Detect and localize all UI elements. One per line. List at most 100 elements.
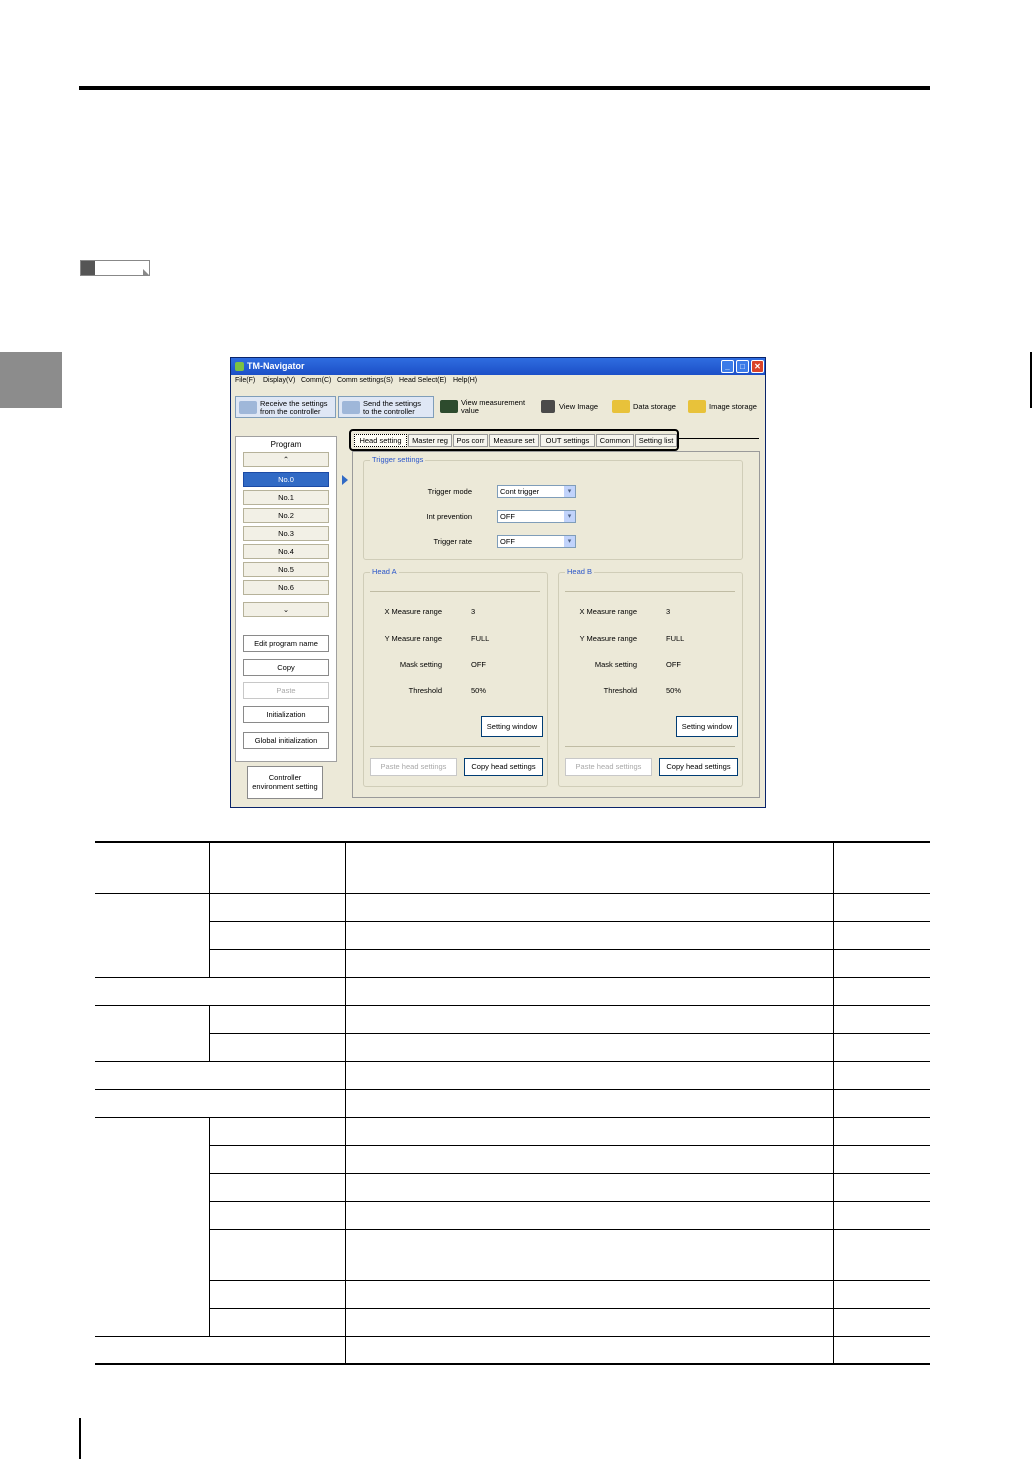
initialization-button[interactable]: Initialization bbox=[243, 706, 329, 723]
table-column-line bbox=[345, 843, 346, 1363]
tab-out-settings[interactable]: OUT settings bbox=[540, 434, 595, 447]
receive-settings-button[interactable]: Receive the settings from the controller bbox=[235, 396, 336, 418]
chevron-down-icon: ▾ bbox=[564, 536, 575, 547]
trigger-mode-select[interactable]: Cont trigger ▾ bbox=[497, 485, 576, 498]
program-scroll-down-button[interactable]: ⌄ bbox=[243, 602, 329, 617]
tab-master-reg[interactable]: Master reg bbox=[408, 434, 452, 447]
head-a-group: Head A X Measure range 3 Y Measure range… bbox=[363, 567, 548, 787]
controller-environment-button[interactable]: Controller environment setting bbox=[247, 766, 323, 799]
head-b-paste-head-settings-button[interactable]: Paste head settings bbox=[565, 758, 652, 776]
maximize-icon[interactable]: □ bbox=[736, 360, 749, 373]
threshold-label: Threshold bbox=[408, 686, 442, 695]
table-column-line bbox=[209, 1117, 210, 1336]
table-column-line bbox=[209, 843, 210, 893]
table-column-line bbox=[833, 843, 834, 1363]
table-row-line bbox=[209, 1201, 930, 1202]
divider bbox=[370, 746, 540, 747]
menu-help[interactable]: Help(H) bbox=[453, 377, 477, 384]
global-initialization-button[interactable]: Global initialization bbox=[243, 732, 329, 749]
menu-comm-settings[interactable]: Comm settings(S) bbox=[337, 377, 393, 384]
view-measurement-button[interactable]: View measurement value bbox=[437, 396, 533, 418]
edit-program-name-button[interactable]: Edit program name bbox=[243, 635, 329, 652]
bottom-margin-rule bbox=[79, 1418, 81, 1459]
trigger-rate-label: Trigger rate bbox=[433, 537, 473, 546]
program-item-4[interactable]: No.4 bbox=[243, 544, 329, 559]
head-b-title: Head B bbox=[565, 567, 595, 576]
head-b-copy-head-settings-button[interactable]: Copy head settings bbox=[659, 758, 738, 776]
right-margin-mark bbox=[1030, 352, 1032, 408]
head-b-setting-window-button[interactable]: Setting window bbox=[676, 716, 738, 737]
selection-arrow-icon bbox=[342, 475, 348, 485]
tab-common[interactable]: Common bbox=[596, 434, 634, 447]
int-prevention-select[interactable]: OFF ▾ bbox=[497, 510, 576, 523]
folder-data-icon bbox=[612, 400, 630, 413]
x-measure-range-label: X Measure range bbox=[384, 607, 442, 616]
y-measure-range-label: Y Measure range bbox=[579, 634, 637, 643]
tab-pos-corr[interactable]: Pos corr bbox=[453, 434, 488, 447]
mask-setting-value: OFF bbox=[666, 660, 681, 669]
program-scroll-up-button[interactable]: ⌃ bbox=[243, 452, 329, 467]
tab-head-setting[interactable]: Head setting bbox=[354, 434, 407, 447]
head-setting-panel: Trigger settings Trigger mode Cont trigg… bbox=[352, 451, 760, 798]
table-top-border bbox=[95, 841, 930, 843]
callout-line bbox=[679, 438, 759, 439]
paste-button[interactable]: Paste bbox=[243, 682, 329, 699]
app-icon bbox=[235, 362, 244, 371]
table-row-line bbox=[209, 1033, 930, 1034]
close-icon[interactable]: ✕ bbox=[751, 360, 764, 373]
program-item-6[interactable]: No.6 bbox=[243, 580, 329, 595]
menu-comm[interactable]: Comm(C) bbox=[301, 377, 331, 384]
threshold-value: 50% bbox=[666, 686, 682, 695]
head-a-paste-head-settings-button[interactable]: Paste head settings bbox=[370, 758, 457, 776]
int-prevention-label: Int prevention bbox=[426, 512, 472, 521]
table-row-line bbox=[209, 921, 930, 922]
head-a-setting-window-button[interactable]: Setting window bbox=[481, 716, 543, 737]
image-storage-button[interactable]: Image storage bbox=[685, 396, 763, 418]
copy-button[interactable]: Copy bbox=[243, 659, 329, 676]
camera-icon bbox=[541, 400, 555, 413]
table-row-line bbox=[95, 1336, 930, 1337]
menu-display[interactable]: Display(V) bbox=[263, 377, 295, 384]
chapter-side-tab bbox=[0, 352, 62, 408]
table-row-line bbox=[95, 1061, 930, 1062]
menu-file[interactable]: File(F) bbox=[235, 377, 255, 384]
table-bottom-border bbox=[95, 1363, 930, 1365]
note-icon bbox=[80, 260, 150, 276]
tab-setting-list[interactable]: Setting list bbox=[635, 434, 677, 447]
tm-navigator-window: TM-Navigator _ □ ✕ File(F) Display(V) Co… bbox=[230, 357, 766, 808]
head-a-copy-head-settings-button[interactable]: Copy head settings bbox=[464, 758, 543, 776]
y-measure-range-label: Y Measure range bbox=[384, 634, 442, 643]
program-item-1[interactable]: No.1 bbox=[243, 490, 329, 505]
threshold-label: Threshold bbox=[603, 686, 637, 695]
menu-head-select[interactable]: Head Select(E) bbox=[399, 377, 446, 384]
table-column-line bbox=[209, 1005, 210, 1061]
top-rule bbox=[79, 86, 930, 90]
program-item-2[interactable]: No.2 bbox=[243, 508, 329, 523]
y-measure-range-value: FULL bbox=[471, 634, 490, 643]
divider bbox=[565, 746, 735, 747]
table-row-line bbox=[95, 1005, 930, 1006]
minimize-icon[interactable]: _ bbox=[721, 360, 734, 373]
tab-measure-set[interactable]: Measure set bbox=[489, 434, 539, 447]
send-settings-button[interactable]: Send the settings to the controller bbox=[338, 396, 434, 418]
program-panel-title: Program bbox=[270, 440, 302, 449]
folder-image-icon bbox=[688, 400, 706, 413]
table-row-line bbox=[209, 1229, 930, 1230]
program-item-5[interactable]: No.5 bbox=[243, 562, 329, 577]
x-measure-range-label: X Measure range bbox=[579, 607, 637, 616]
monitor-icon bbox=[440, 400, 458, 413]
send-icon bbox=[342, 401, 360, 414]
view-image-button[interactable]: View Image bbox=[538, 396, 606, 418]
program-item-0[interactable]: No.0 bbox=[243, 472, 329, 487]
divider bbox=[370, 591, 540, 592]
y-measure-range-value: FULL bbox=[666, 634, 685, 643]
mask-setting-label: Mask setting bbox=[399, 660, 442, 669]
data-storage-button[interactable]: Data storage bbox=[609, 396, 683, 418]
trigger-rate-select[interactable]: OFF ▾ bbox=[497, 535, 576, 548]
table-row-line bbox=[95, 977, 930, 978]
head-b-group: Head B X Measure range 3 Y Measure range… bbox=[558, 567, 743, 787]
program-item-3[interactable]: No.3 bbox=[243, 526, 329, 541]
mask-setting-label: Mask setting bbox=[594, 660, 637, 669]
program-panel: Program ⌃ No.0 No.1 No.2 No.3 No.4 No.5 … bbox=[235, 436, 337, 762]
divider bbox=[565, 591, 735, 592]
